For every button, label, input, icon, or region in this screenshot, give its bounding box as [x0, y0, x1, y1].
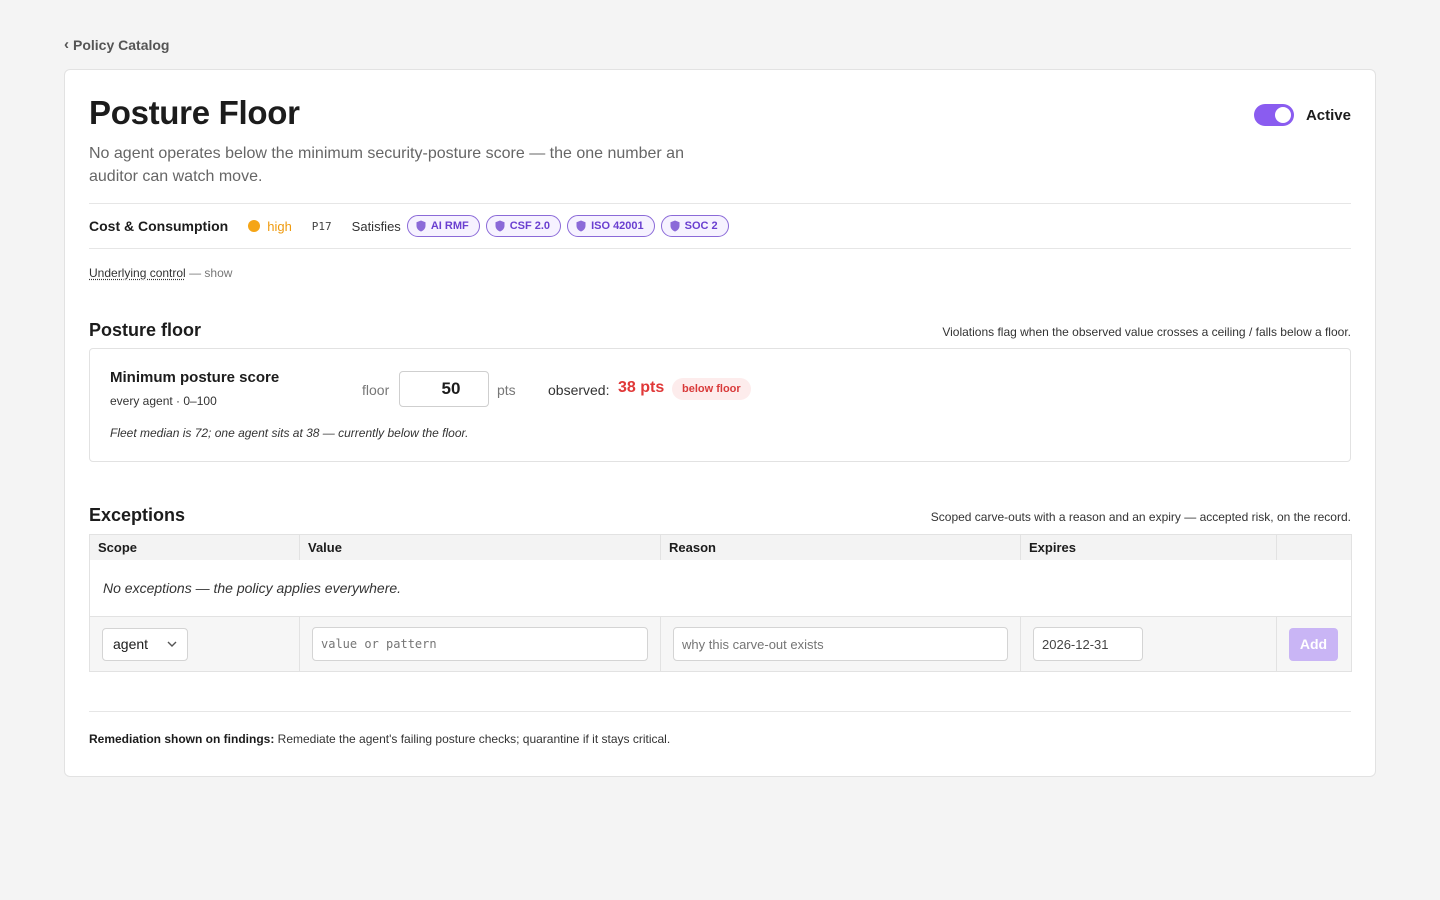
framework-badge-label: ISO 42001: [591, 220, 644, 232]
framework-badge[interactable]: CSF 2.0: [485, 215, 562, 237]
framework-badge-label: SOC 2: [684, 220, 718, 232]
expires-input[interactable]: [1033, 627, 1143, 661]
policy-meta-row: Cost & Consumption high P17 Satisfies AI…: [89, 214, 735, 238]
active-label: Active: [1305, 106, 1351, 124]
active-toggle-group: Active: [1253, 104, 1351, 126]
column-header-expires: Expires: [1020, 534, 1277, 560]
exceptions-hint: Scoped carve-outs with a reason and an e…: [930, 510, 1351, 524]
page-title: Posture Floor: [89, 94, 300, 131]
status-badge: below floor: [672, 378, 751, 400]
metric-scope: every agent · 0–100: [110, 394, 217, 408]
table-row: No exceptions — the policy applies every…: [89, 559, 1352, 617]
chevron-left-icon: ‹: [64, 36, 69, 53]
framework-badge-label: AI RMF: [430, 220, 469, 232]
value-cell: [299, 616, 661, 672]
column-header-scope: Scope: [89, 534, 300, 560]
framework-badge[interactable]: SOC 2: [660, 215, 729, 237]
divider: [89, 711, 1351, 712]
column-header-value: Value: [299, 534, 661, 560]
table-header-row: Scope Value Reason Expires: [89, 534, 1352, 560]
remediation-note: Remediation shown on findings: Remediate…: [89, 732, 670, 746]
policy-category: Cost & Consumption: [89, 218, 229, 234]
remediation-text: Remediate the agent's failing posture ch…: [277, 732, 671, 746]
floor-label: floor: [362, 382, 390, 398]
new-exception-row: agent Add: [89, 616, 1352, 672]
underlying-control: Underlying control — show: [89, 266, 232, 280]
expires-cell: [1020, 616, 1277, 672]
policy-card: Posture Floor No agent operates below th…: [64, 69, 1376, 777]
framework-list: AI RMF CSF 2.0 ISO 42001 SOC 2: [406, 215, 735, 237]
shield-icon: [576, 220, 586, 232]
value-input[interactable]: [312, 627, 648, 661]
framework-badge[interactable]: ISO 42001: [567, 215, 655, 237]
toggle-knob: [1274, 107, 1291, 123]
observed-value: 38 pts: [618, 379, 665, 396]
underlying-control-link[interactable]: Underlying control: [89, 266, 186, 280]
underlying-control-show[interactable]: — show: [189, 266, 232, 280]
shield-icon: [495, 220, 505, 232]
scope-selected-value: agent: [113, 636, 149, 652]
column-header-actions: [1276, 534, 1352, 560]
breadcrumb-label: Policy Catalog: [73, 36, 170, 53]
reason-cell: [660, 616, 1021, 672]
floor-note: Fleet median is 72; one agent sits at 38…: [110, 426, 469, 440]
divider: [89, 203, 1351, 204]
chevron-down-icon: [167, 641, 177, 647]
action-cell: Add: [1276, 616, 1352, 672]
exceptions-title: Exceptions: [89, 505, 186, 525]
scope-cell: agent: [89, 616, 300, 672]
framework-badge[interactable]: AI RMF: [406, 215, 480, 237]
satisfies-label: Satisfies: [351, 218, 401, 234]
priority-label: P17: [311, 219, 332, 233]
posture-floor-hint: Violations flag when the observed value …: [942, 325, 1351, 339]
add-exception-button[interactable]: Add: [1289, 627, 1338, 661]
divider: [89, 248, 1351, 249]
exceptions-table: Scope Value Reason Expires No exceptions…: [89, 534, 1352, 672]
scope-select[interactable]: agent: [102, 627, 188, 661]
active-toggle[interactable]: [1253, 104, 1294, 126]
severity-dot-icon: [248, 220, 261, 232]
remediation-label: Remediation shown on findings:: [89, 732, 275, 746]
shield-icon: [416, 220, 426, 232]
empty-message: No exceptions — the policy applies every…: [89, 559, 1352, 617]
metric-name: Minimum posture score: [110, 369, 280, 386]
shield-icon: [670, 220, 680, 232]
reason-input[interactable]: [673, 627, 1008, 661]
unit-label: pts: [497, 382, 516, 398]
breadcrumb-back-link[interactable]: ‹ Policy Catalog: [64, 36, 169, 53]
posture-floor-panel: Minimum posture score every agent · 0–10…: [89, 348, 1351, 462]
floor-value-input[interactable]: [399, 371, 489, 407]
severity-label: high: [267, 218, 292, 234]
observed-label: observed:: [548, 382, 610, 398]
posture-floor-title: Posture floor: [89, 320, 202, 340]
framework-badge-label: CSF 2.0: [509, 220, 551, 232]
policy-description: No agent operates below the minimum secu…: [89, 145, 684, 185]
column-header-reason: Reason: [660, 534, 1021, 560]
